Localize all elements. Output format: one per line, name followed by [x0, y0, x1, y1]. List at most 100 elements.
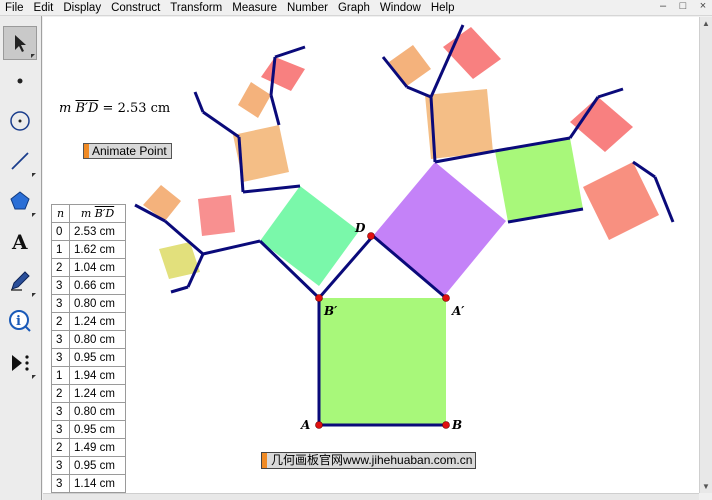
table-row: 3 0.95 cm	[51, 456, 126, 475]
cell-length: 1.24 cm	[69, 312, 126, 331]
pythagoras-tree-figure: A B B′ A′ D	[134, 24, 675, 432]
cell-length: 0.95 cm	[69, 348, 126, 367]
table-header: n m B′D	[51, 204, 126, 223]
information-tool[interactable]: i	[3, 304, 37, 338]
column-n-header: n	[51, 204, 70, 223]
point-A[interactable]	[315, 421, 323, 429]
table-row: 0 2.53 cm	[51, 222, 126, 241]
compass-icon	[10, 111, 30, 131]
measure-prefix: m	[59, 101, 72, 116]
cell-length: 1.94 cm	[69, 366, 126, 385]
maximize-button[interactable]: □	[676, 0, 690, 12]
table-row: 2 1.49 cm	[51, 438, 126, 457]
square-base	[319, 298, 446, 425]
cell-length: 0.66 cm	[69, 276, 126, 295]
measure-value: = 2.53 cm	[98, 101, 171, 116]
label-B: B	[451, 418, 462, 432]
cell-n: 3	[51, 330, 70, 349]
horizontal-scrollbar[interactable]	[43, 493, 699, 500]
label-A-prime: A′	[451, 304, 465, 318]
menu-measure[interactable]: Measure	[227, 0, 282, 16]
window-controls: – □ ×	[656, 0, 710, 12]
point-D[interactable]	[367, 232, 375, 240]
arrow-tool[interactable]	[3, 26, 37, 60]
cell-n: 2	[51, 258, 70, 277]
sketch-canvas[interactable]: A B B′ A′ D m B′D = 2.53 cm Animate Poin…	[43, 17, 699, 493]
table-row: 3 0.95 cm	[51, 420, 126, 439]
toolbox: A i	[0, 16, 42, 500]
arrow-icon	[15, 35, 26, 52]
square-small	[238, 82, 271, 118]
table-row: 3 0.80 cm	[51, 294, 126, 313]
square-small	[261, 57, 305, 91]
table-row: 2 1.04 cm	[51, 258, 126, 277]
cell-n: 3	[51, 276, 70, 295]
table-row: 3 0.95 cm	[51, 348, 126, 367]
cell-length: 0.95 cm	[69, 456, 126, 475]
menu-window[interactable]: Window	[375, 0, 426, 16]
menu-edit[interactable]: Edit	[29, 0, 59, 16]
square-small	[143, 185, 181, 221]
cell-n: 3	[51, 474, 70, 493]
scroll-down-icon[interactable]: ▼	[702, 482, 710, 491]
cell-n: 3	[51, 294, 70, 313]
pencil-icon	[11, 271, 30, 291]
cell-length: 1.24 cm	[69, 384, 126, 403]
table-row: 2 1.24 cm	[51, 312, 126, 331]
column-length-header: m B′D	[69, 204, 126, 223]
point-tool[interactable]	[3, 64, 37, 98]
menu-graph[interactable]: Graph	[333, 0, 375, 16]
animate-point-button[interactable]: Animate Point	[83, 143, 172, 159]
point-A-prime[interactable]	[442, 294, 450, 302]
iteration-table[interactable]: n m B′D 0 2.53 cm 1 1.62 cm 2 1.04 cm 3 0.66 cm…	[51, 204, 126, 493]
cell-n: 2	[51, 438, 70, 457]
menu-help[interactable]: Help	[426, 0, 460, 16]
measure-segment: B′D	[75, 101, 99, 116]
straightedge-tool[interactable]	[3, 144, 37, 178]
vertical-scrollbar[interactable]: ▲ ▼	[699, 17, 712, 493]
cell-length: 1.62 cm	[69, 240, 126, 259]
line-segment-icon	[11, 152, 29, 170]
table-row: 3 0.80 cm	[51, 330, 126, 349]
point-icon	[17, 78, 23, 84]
cell-length: 1.04 cm	[69, 258, 126, 277]
square-medium	[495, 138, 583, 222]
menu-file[interactable]: File	[0, 0, 29, 16]
scroll-up-icon[interactable]: ▲	[702, 19, 710, 28]
label-A: A	[300, 418, 310, 432]
website-watermark: 几何画板官网www.jihehuaban.com.cn	[261, 452, 477, 469]
square-small	[389, 45, 431, 86]
menu-transform[interactable]: Transform	[165, 0, 227, 16]
custom-tool[interactable]	[3, 346, 37, 380]
label-B-prime: B′	[323, 304, 338, 318]
label-D: D	[354, 221, 366, 235]
cell-n: 3	[51, 402, 70, 421]
svg-text:i: i	[16, 314, 21, 329]
measurement-label[interactable]: m B′D = 2.53 cm	[59, 101, 170, 116]
svg-text:A: A	[11, 230, 28, 253]
pentagon-icon	[10, 191, 30, 210]
polygon-tool[interactable]	[3, 184, 37, 218]
table-row: 3 1.14 cm	[51, 474, 126, 493]
cell-n: 1	[51, 366, 70, 385]
compass-tool[interactable]	[3, 104, 37, 138]
cell-length: 0.80 cm	[69, 402, 126, 421]
marker-tool[interactable]	[3, 264, 37, 298]
table-row: 2 1.24 cm	[51, 384, 126, 403]
cell-length: 0.80 cm	[69, 294, 126, 313]
minimize-button[interactable]: –	[656, 0, 670, 12]
close-button[interactable]: ×	[696, 0, 710, 12]
cell-n: 0	[51, 222, 70, 241]
point-B[interactable]	[442, 421, 450, 429]
cell-n: 3	[51, 348, 70, 367]
point-B-prime[interactable]	[315, 294, 323, 302]
cell-length: 2.53 cm	[69, 222, 126, 241]
menu-display[interactable]: Display	[58, 0, 106, 16]
menu-construct[interactable]: Construct	[106, 0, 165, 16]
text-tool[interactable]: A	[3, 224, 37, 258]
table-row: 1 1.94 cm	[51, 366, 126, 385]
cell-n: 2	[51, 312, 70, 331]
cell-n: 3	[51, 420, 70, 439]
table-row: 3 0.80 cm	[51, 402, 126, 421]
menu-number[interactable]: Number	[282, 0, 333, 16]
